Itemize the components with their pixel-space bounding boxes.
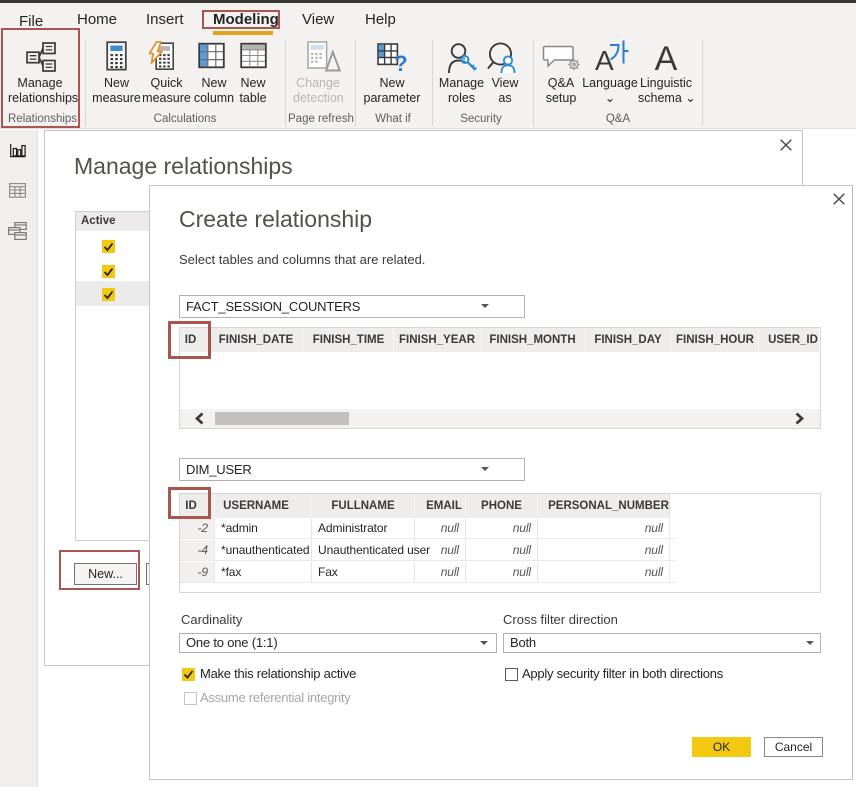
- svg-text:A: A: [655, 40, 678, 72]
- svg-text:?: ?: [394, 51, 407, 72]
